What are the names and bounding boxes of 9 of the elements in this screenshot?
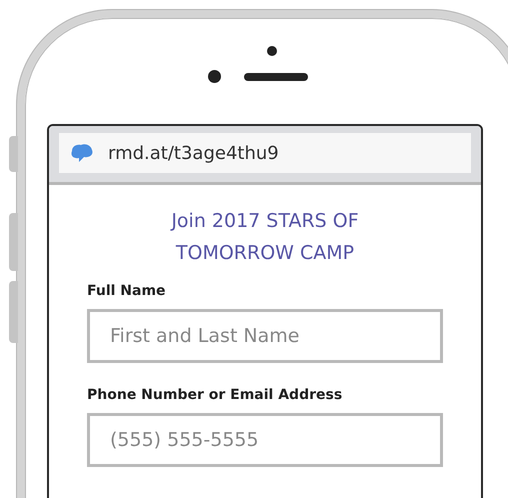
url-field[interactable]: rmd.at/t3age4thu9 (59, 133, 471, 173)
field-label: Full Name (87, 283, 167, 299)
field-label: Phone Number or Email Address (87, 387, 344, 403)
form-title: Join 2017 STARS OF TOMORROW CAMP (169, 209, 360, 266)
speaker-slot-icon (244, 72, 308, 80)
camera-dot-icon (267, 46, 277, 56)
input-field[interactable]: First and Last Name (87, 309, 443, 363)
input-field[interactable]: (555) 555-5555 (87, 413, 443, 467)
sensor-dot-icon (208, 70, 221, 83)
